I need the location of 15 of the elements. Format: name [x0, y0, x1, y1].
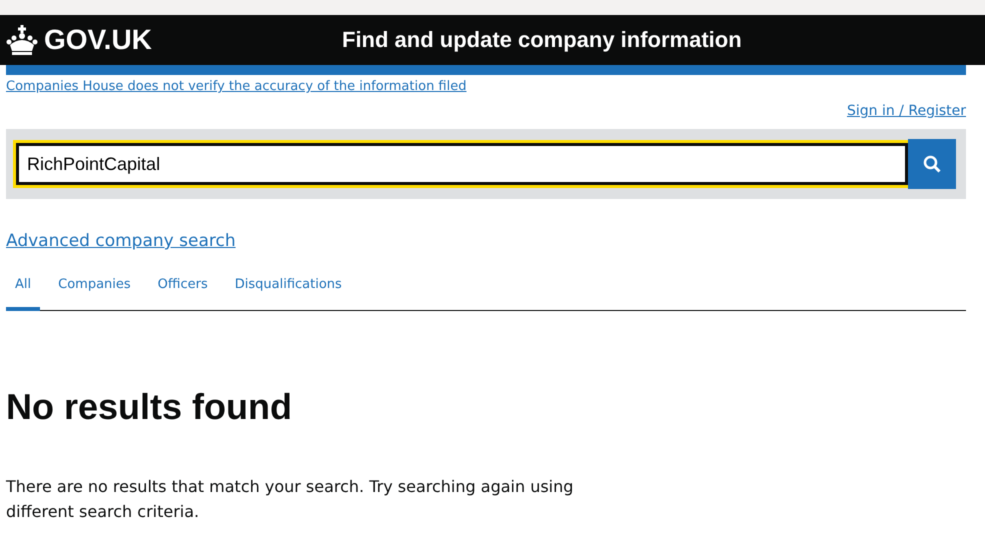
advanced-search-link[interactable]: Advanced company search [6, 231, 236, 251]
sign-in-link[interactable]: Sign in / Register [846, 103, 966, 119]
tab[interactable]: Officers [148, 271, 217, 311]
search-button[interactable] [908, 139, 956, 189]
tab[interactable]: Disqualifications [226, 271, 351, 311]
crown-icon [6, 25, 38, 55]
gov-uk-logo[interactable]: GOV.UK [44, 24, 152, 56]
tab[interactable]: All [6, 271, 40, 311]
tab[interactable]: Companies [49, 271, 140, 311]
results-heading: No results found [6, 386, 293, 428]
results-message: There are no results that match your search. Try searching again using different search criteria. [6, 476, 574, 523]
search-icon [923, 155, 941, 173]
search-field[interactable]: RichPointCapital [16, 143, 908, 185]
service-name[interactable]: Find and update company information [342, 27, 742, 53]
notice-link[interactable]: Companies House does not verify the accuracy of the information filed [6, 79, 466, 94]
